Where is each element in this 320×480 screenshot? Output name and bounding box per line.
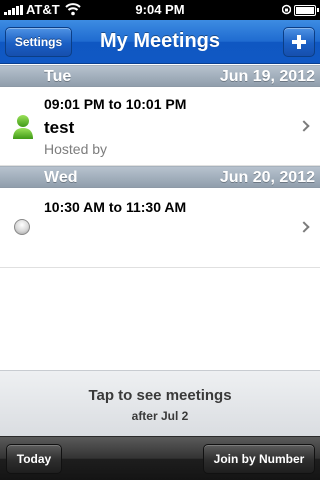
section-header-wed: Wed Jun 20, 2012	[0, 166, 320, 188]
battery-icon	[294, 5, 319, 16]
more-meetings-panel[interactable]: Tap to see meetings after Jul 2	[0, 370, 320, 436]
add-meeting-button[interactable]	[283, 27, 315, 57]
meeting-time: 09:01 PM to 10:01 PM	[44, 96, 187, 112]
status-dot-icon	[14, 219, 30, 235]
section-day: Tue	[44, 68, 72, 85]
chevron-right-icon	[298, 221, 310, 233]
bottom-toolbar: Today Join by Number	[0, 436, 320, 480]
more-meetings-title: Tap to see meetings	[88, 387, 232, 404]
meeting-time: 10:30 AM to 11:30 AM	[44, 199, 187, 215]
section-day: Wed	[44, 169, 78, 186]
status-bar: AT&T 9:04 PM	[0, 0, 320, 20]
page-title: My Meetings	[99, 30, 221, 52]
more-meetings-subtitle: after Jul 2	[131, 409, 189, 423]
today-button[interactable]: Today	[6, 444, 62, 474]
person-icon	[13, 115, 33, 139]
meeting-title: test	[44, 118, 75, 137]
section-date: Jun 20, 2012	[219, 169, 315, 186]
meeting-host: Hosted by	[44, 141, 108, 157]
lock-rotation-icon	[282, 4, 291, 15]
status-time: 9:04 PM	[135, 2, 185, 17]
meeting-row[interactable]: 09:01 PM to 10:01 PM test Hosted by	[0, 87, 320, 166]
section-header-tue: Tue Jun 19, 2012	[0, 65, 320, 87]
section-date: Jun 19, 2012	[219, 68, 315, 85]
meeting-row[interactable]: 10:30 AM to 11:30 AM	[0, 188, 320, 268]
join-by-number-button[interactable]: Join by Number	[203, 444, 315, 474]
navigation-bar: Settings My Meetings	[0, 20, 320, 64]
chevron-right-icon	[298, 120, 310, 132]
